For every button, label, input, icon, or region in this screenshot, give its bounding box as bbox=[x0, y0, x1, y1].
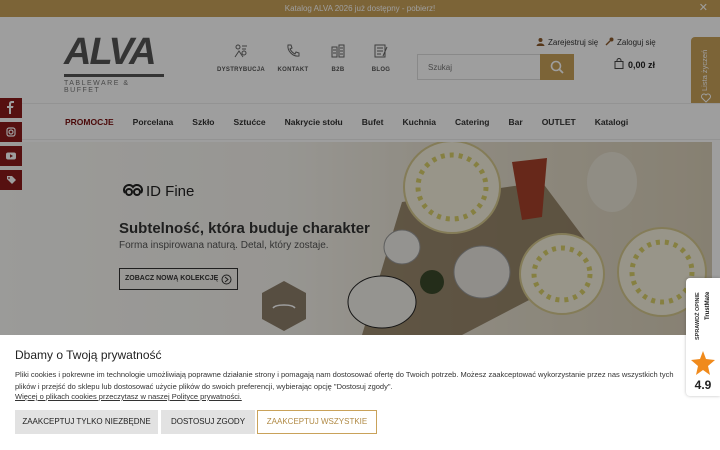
nav-item-outlet[interactable]: OUTLET bbox=[542, 104, 576, 140]
youtube-link[interactable] bbox=[0, 146, 22, 166]
see-collection-button[interactable]: ZOBACZ NOWĄ KOLEKCJĘ bbox=[119, 268, 238, 290]
tag-icon bbox=[7, 176, 16, 184]
nav-item-kuchnia[interactable]: Kuchnia bbox=[402, 104, 436, 140]
trustmate-score: 4.9 bbox=[694, 378, 712, 392]
logo-underline bbox=[64, 74, 164, 77]
nav-item-sztucce[interactable]: Sztućce bbox=[234, 104, 266, 140]
logo-wordmark: ALVA bbox=[64, 31, 157, 73]
search-input[interactable] bbox=[418, 55, 538, 79]
nav-item-promocje[interactable]: PROMOCJE bbox=[65, 104, 114, 140]
cart-total: 0,00 zł bbox=[628, 60, 656, 70]
nav-item-bufet[interactable]: Bufet bbox=[362, 104, 384, 140]
accept-all-button[interactable]: ZAAKCEPTUJ WSZYSTKIE bbox=[257, 410, 377, 434]
customize-consents-button[interactable]: DOSTOSUJ ZGODY bbox=[161, 410, 255, 434]
cookie-consent-panel: Dbamy o Twoją prywatność Pliki cookies i… bbox=[0, 335, 720, 450]
cookie-title: Dbamy o Twoją prywatność bbox=[15, 348, 162, 362]
close-icon[interactable]: ✕ bbox=[699, 0, 708, 17]
site-header: ALVA TABLEWARE & BUFFET DYSTRYBUCJA KONT… bbox=[0, 17, 720, 103]
search-box bbox=[417, 54, 574, 80]
header-link-label: BLOG bbox=[371, 67, 391, 73]
hero-banner[interactable]: ID Fine Subtelność, która buduje charakt… bbox=[0, 142, 712, 335]
privacy-policy-link[interactable]: Więcej o plikach cookies przeczytasz w n… bbox=[15, 392, 242, 401]
key-icon bbox=[605, 37, 614, 46]
nav-item-bar[interactable]: Bar bbox=[509, 104, 523, 140]
trustmate-widget[interactable]: SPRAWDŹ OPINIE TrustMate 4.9 bbox=[686, 278, 720, 396]
tableware-photo-image bbox=[347, 142, 707, 335]
cart-link[interactable]: 0,00 zł bbox=[614, 58, 655, 70]
main-navigation: PROMOCJE Porcelana Szkło Sztućce Nakryci… bbox=[0, 103, 720, 140]
wishlist-tab[interactable]: Lista życzeń bbox=[691, 37, 720, 107]
register-label: Zarejestruj się bbox=[548, 38, 599, 47]
wishlist-label: Lista życzeń bbox=[700, 49, 709, 91]
facebook-link[interactable] bbox=[0, 98, 22, 118]
cookie-description: Pliki cookies i pokrewne im technologie … bbox=[15, 370, 674, 391]
nav-item-catering[interactable]: Catering bbox=[455, 104, 489, 140]
nav-item-nakrycie-stolu[interactable]: Nakrycie stołu bbox=[285, 104, 343, 140]
facebook-icon bbox=[7, 101, 14, 114]
header-link-blog[interactable]: BLOG bbox=[351, 43, 411, 73]
arrow-circle-icon bbox=[221, 274, 232, 285]
hero-brand-name: ID Fine bbox=[146, 183, 195, 200]
phone-icon bbox=[287, 44, 300, 57]
innovation-badge-image bbox=[262, 281, 306, 331]
accept-necessary-button[interactable]: ZAAKCEPTUJ TYLKO NIEZBĘDNE bbox=[15, 410, 158, 434]
star-icon bbox=[691, 351, 715, 375]
instagram-icon bbox=[6, 127, 16, 137]
hero-subtitle: Forma inspirowana naturą. Detal, który z… bbox=[119, 240, 329, 251]
alva-logo[interactable]: ALVA TABLEWARE & BUFFET bbox=[64, 31, 164, 94]
youtube-icon bbox=[6, 152, 16, 160]
shopping-bag-icon bbox=[614, 58, 624, 69]
distribution-icon bbox=[234, 44, 247, 58]
header-link-distribution[interactable]: DYSTRYBUCJA bbox=[211, 43, 271, 73]
nav-item-szklo[interactable]: Szkło bbox=[192, 104, 214, 140]
tag-link[interactable] bbox=[0, 170, 22, 190]
register-link[interactable]: Zarejestruj się bbox=[536, 37, 598, 47]
logo-tagline: TABLEWARE & BUFFET bbox=[64, 80, 130, 94]
hero-title: Subtelność, która buduje charakter bbox=[119, 220, 370, 237]
idfine-logo-icon bbox=[123, 184, 143, 196]
search-icon bbox=[550, 60, 564, 74]
user-icon bbox=[536, 38, 545, 46]
header-link-label: DYSTRYBUCJA bbox=[216, 67, 266, 73]
search-button[interactable] bbox=[540, 54, 574, 80]
b2b-icon bbox=[331, 44, 345, 58]
login-label: Zaloguj się bbox=[617, 38, 656, 47]
header-link-label: KONTAKT bbox=[277, 67, 309, 73]
heart-icon bbox=[701, 93, 711, 103]
header-link-label: B2B bbox=[331, 67, 345, 73]
announcement-text[interactable]: Katalog ALVA 2026 już dostępny - pobierz… bbox=[285, 4, 435, 13]
nav-item-porcelana[interactable]: Porcelana bbox=[133, 104, 174, 140]
trustmate-brand: TrustMate bbox=[705, 291, 711, 320]
blog-icon bbox=[374, 44, 388, 58]
announcement-bar[interactable]: Katalog ALVA 2026 już dostępny - pobierz… bbox=[0, 0, 720, 17]
nav-item-katalogi[interactable]: Katalogi bbox=[595, 104, 629, 140]
trustmate-label: SPRAWDŹ OPINIE bbox=[695, 292, 701, 340]
hero-brand: ID Fine bbox=[123, 183, 194, 200]
cta-label: ZOBACZ NOWĄ KOLEKCJĘ bbox=[125, 275, 219, 282]
login-link[interactable]: Zaloguj się bbox=[605, 37, 656, 47]
instagram-link[interactable] bbox=[0, 122, 22, 142]
